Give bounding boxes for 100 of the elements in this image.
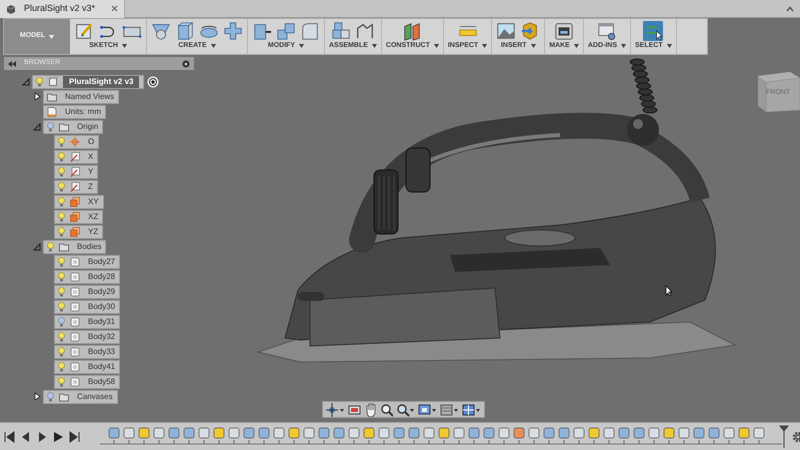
lightbulb-off-icon[interactable]: [47, 122, 54, 132]
expanded-triangle-icon[interactable]: [22, 78, 30, 86]
lightbulb-on-icon[interactable]: [58, 166, 65, 176]
fit-zoom-icon[interactable]: [396, 402, 415, 417]
lightbulb-on-icon[interactable]: [58, 272, 65, 282]
lightbulb-off-icon[interactable]: [58, 316, 65, 326]
tree-item[interactable]: Z: [54, 180, 98, 194]
block-arrow-icon[interactable]: [252, 21, 272, 41]
step-back-icon[interactable]: [20, 430, 32, 442]
lightbulb-on-icon[interactable]: [58, 346, 65, 356]
tree-item[interactable]: Body30: [54, 300, 120, 314]
caret-icon: [49, 34, 54, 38]
play-icon[interactable]: [52, 430, 64, 442]
step-forward-icon[interactable]: [36, 430, 48, 442]
tree-item-label: YZ: [87, 226, 98, 238]
zoom-icon[interactable]: [380, 402, 393, 417]
tree-item[interactable]: Origin: [43, 120, 104, 134]
pan-hand-icon[interactable]: [364, 402, 377, 417]
image-icon[interactable]: [496, 21, 516, 41]
lightbulb-off-icon[interactable]: [47, 392, 54, 402]
target-icon[interactable]: [182, 60, 190, 68]
collapsed-triangle-icon[interactable]: [34, 92, 40, 101]
axis-icon: [70, 166, 80, 176]
lightbulb-on-icon[interactable]: [58, 362, 65, 372]
tree-item[interactable]: X: [54, 150, 98, 164]
caret-icon: [482, 44, 488, 48]
lightbulb-on-icon[interactable]: [58, 136, 65, 146]
folder-icon: [59, 242, 69, 252]
lightbulb-on-icon[interactable]: [36, 76, 43, 86]
tree-item[interactable]: XZ: [54, 210, 104, 224]
printer-icon[interactable]: [554, 21, 574, 41]
lightbulb-on-icon[interactable]: [58, 286, 65, 296]
tree-item[interactable]: PluralSight v2 v3: [32, 74, 144, 88]
skip-to-end-icon[interactable]: [68, 430, 80, 442]
component-icon[interactable]: [330, 21, 351, 41]
tree-item-label: Named Views: [64, 90, 114, 102]
tree-item[interactable]: Canvases: [43, 390, 118, 404]
expanded-triangle-icon[interactable]: [33, 122, 41, 130]
lightbulb-on-icon[interactable]: [58, 302, 65, 312]
tree-item[interactable]: Named Views: [43, 90, 120, 104]
tree-item[interactable]: YZ: [54, 224, 104, 238]
collapse-chevron-icon[interactable]: [786, 6, 794, 12]
collapsed-triangle-icon[interactable]: [34, 392, 40, 401]
skip-to-start-icon[interactable]: [4, 430, 16, 442]
radio-button-icon[interactable]: [147, 76, 160, 88]
cross-shape-icon[interactable]: [223, 21, 243, 41]
stacked-cubes-icon[interactable]: [276, 21, 296, 41]
tree-item-label: Canvases: [76, 390, 113, 402]
lightbulb-on-icon[interactable]: [47, 242, 54, 252]
expanded-triangle-icon[interactable]: [33, 242, 41, 250]
display-settings-icon[interactable]: [418, 402, 437, 417]
tree-item[interactable]: Body41: [54, 360, 120, 374]
close-icon[interactable]: [111, 5, 118, 12]
tree-item-label: Body30: [87, 300, 116, 312]
caret-icon: [372, 44, 377, 48]
select-icon[interactable]: [643, 21, 664, 41]
tree-item[interactable]: Y: [54, 164, 98, 178]
lightbulb-on-icon[interactable]: [58, 152, 65, 162]
caret-icon: [666, 44, 672, 48]
lightbulb-on-icon[interactable]: [58, 256, 65, 266]
funnel-icon[interactable]: [151, 21, 171, 41]
tree-item[interactable]: Body29: [54, 284, 120, 298]
tree-item[interactable]: Units: mm: [43, 104, 106, 118]
lightbulb-on-icon[interactable]: [58, 182, 65, 192]
document-tab[interactable]: PluralSight v2 v3*: [0, 0, 125, 18]
tree-item-label: Body41: [87, 360, 116, 372]
orbit-icon[interactable]: [326, 402, 345, 417]
lightbulb-on-icon[interactable]: [58, 332, 65, 342]
tree-item-label: Y: [87, 166, 94, 178]
tree-item-label: Z: [87, 180, 93, 192]
rounded-block-icon[interactable]: [300, 21, 320, 41]
tree-item[interactable]: Body31: [54, 314, 120, 328]
collapse-panel-icon[interactable]: [8, 60, 16, 66]
joint-icon[interactable]: [354, 21, 375, 41]
tree-item[interactable]: XY: [54, 194, 104, 208]
grid-icon[interactable]: [462, 402, 481, 417]
lightbulb-on-icon[interactable]: [58, 376, 65, 386]
crosshair-icon: [70, 136, 80, 146]
tree-item-label: Units: mm: [64, 106, 101, 118]
tree-item-label: X: [87, 150, 94, 162]
planes-icon[interactable]: [402, 21, 422, 41]
lightbulb-on-icon[interactable]: [58, 212, 65, 222]
tree-item[interactable]: Body32: [54, 330, 120, 344]
visual-style-icon[interactable]: [440, 402, 459, 417]
tree-item-label: Body58: [87, 376, 116, 388]
tree-item-label: Body27: [87, 256, 116, 268]
lightbulb-on-icon[interactable]: [58, 196, 65, 206]
tree-item[interactable]: Body28: [54, 270, 120, 284]
tree-item[interactable]: Body27: [54, 254, 120, 268]
lightbulb-on-icon[interactable]: [58, 226, 65, 236]
cube-icon[interactable]: [175, 21, 195, 41]
tree-item[interactable]: Bodies: [43, 240, 106, 254]
tree-item-label: Body33: [87, 346, 116, 358]
caret-icon: [621, 44, 626, 48]
window-gear-icon[interactable]: [596, 21, 617, 41]
tree-item-label: Origin: [76, 120, 98, 132]
tree-item[interactable]: Body33: [54, 344, 120, 358]
pencil-sketch-icon[interactable]: [74, 21, 94, 41]
tree-item[interactable]: O: [54, 134, 100, 148]
tree-item[interactable]: Body58: [54, 374, 120, 388]
